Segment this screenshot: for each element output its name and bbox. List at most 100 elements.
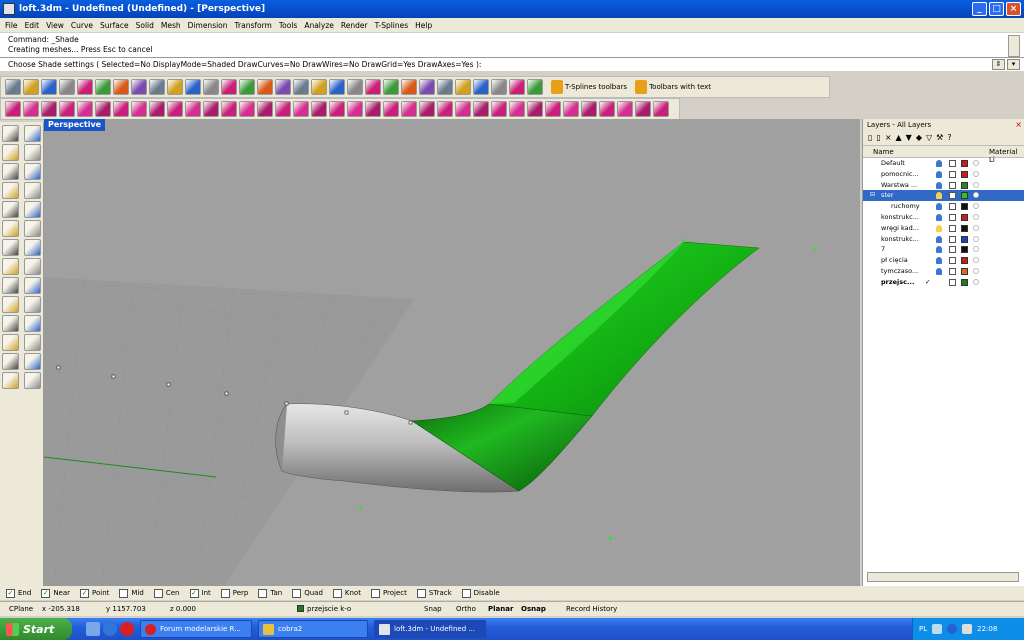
- material-icon[interactable]: [973, 246, 979, 253]
- move-down-icon[interactable]: ▼: [906, 133, 912, 142]
- lock-icon[interactable]: [949, 257, 956, 265]
- sweep-icon[interactable]: [59, 101, 75, 117]
- text-icon[interactable]: [2, 353, 19, 370]
- osnap-tan[interactable]: Tan: [258, 588, 282, 598]
- zoom-extents-icon[interactable]: [239, 79, 255, 95]
- lock-icon[interactable]: [949, 170, 956, 178]
- layer-color-swatch[interactable]: [961, 192, 968, 200]
- internet-explorer-icon[interactable]: [103, 622, 117, 636]
- rectangle-icon[interactable]: [24, 182, 41, 199]
- osnap-checkbox[interactable]: [153, 588, 163, 598]
- options-icon[interactable]: [491, 79, 507, 95]
- cplane-label[interactable]: CPlane: [9, 605, 33, 613]
- delete-layer-icon[interactable]: ×: [885, 133, 892, 142]
- lock-icon[interactable]: [365, 79, 381, 95]
- material-icon[interactable]: [973, 170, 979, 177]
- menu-tools[interactable]: Tools: [279, 21, 297, 30]
- deform-icon[interactable]: [635, 101, 651, 117]
- move-icon[interactable]: [2, 334, 19, 351]
- offset-icon[interactable]: [221, 101, 237, 117]
- new-layer-icon[interactable]: ▯: [868, 133, 872, 142]
- osnap-toggle[interactable]: Osnap: [521, 605, 546, 613]
- material-icon[interactable]: [973, 257, 979, 264]
- layer-icon[interactable]: [383, 79, 399, 95]
- osnap-checkbox[interactable]: [292, 588, 302, 598]
- arc-icon[interactable]: [2, 182, 19, 199]
- command-scroll-icon[interactable]: ⇕: [992, 59, 1005, 70]
- properties-icon[interactable]: [77, 79, 93, 95]
- ellipse-icon[interactable]: [24, 163, 41, 180]
- torus-icon[interactable]: [527, 101, 543, 117]
- taskbar-button[interactable]: Forum modelarskie R...: [140, 620, 252, 638]
- help-icon[interactable]: ?: [947, 133, 951, 142]
- tools-icon[interactable]: ⚒: [936, 133, 943, 142]
- extend-icon[interactable]: [347, 101, 363, 117]
- record-history-toggle[interactable]: Record History: [566, 605, 617, 613]
- move-up-icon[interactable]: ▲: [896, 133, 902, 142]
- lock-icon[interactable]: [949, 235, 956, 243]
- rotate-icon[interactable]: [24, 334, 41, 351]
- boolean-icon[interactable]: [419, 101, 435, 117]
- command-dropdown-icon[interactable]: ▾: [1007, 59, 1020, 70]
- lock-icon[interactable]: [949, 192, 956, 200]
- filter-icon[interactable]: ◆: [916, 133, 922, 142]
- lock-icon[interactable]: [949, 203, 956, 211]
- osnap-knot[interactable]: Knot: [332, 588, 361, 598]
- visibility-bulb-icon[interactable]: [936, 181, 942, 189]
- layer-row[interactable]: tymczaso...: [863, 266, 1024, 277]
- render-tools-icon[interactable]: [24, 372, 41, 389]
- polyline-icon[interactable]: [2, 144, 19, 161]
- material-icon[interactable]: [973, 213, 979, 220]
- new-sublayer-icon[interactable]: ▯: [876, 133, 880, 142]
- layers-scrollbar[interactable]: [867, 572, 1019, 582]
- lock-icon[interactable]: [949, 213, 956, 221]
- point-on-icon[interactable]: [347, 79, 363, 95]
- scale-icon[interactable]: [24, 353, 41, 370]
- revolve-icon[interactable]: [95, 101, 111, 117]
- trim-icon[interactable]: [239, 101, 255, 117]
- command-history-scrollbar[interactable]: [1008, 35, 1020, 57]
- mesh-surface-icon[interactable]: [24, 258, 41, 275]
- maximize-button[interactable]: □: [989, 2, 1004, 16]
- osnap-checkbox[interactable]: ✓: [6, 588, 15, 598]
- select-arrow-icon[interactable]: [2, 125, 19, 142]
- osnap-project[interactable]: Project: [370, 588, 407, 598]
- visibility-bulb-icon[interactable]: [936, 192, 942, 200]
- layer-row[interactable]: przejsc... ✓: [863, 277, 1024, 288]
- unroll-icon[interactable]: [383, 101, 399, 117]
- material-icon[interactable]: [973, 267, 979, 274]
- section-icon[interactable]: [599, 101, 615, 117]
- sun-icon[interactable]: [455, 79, 471, 95]
- bluetooth-icon[interactable]: [947, 624, 958, 634]
- gear-icon[interactable]: [509, 79, 525, 95]
- solid-tools-icon[interactable]: [2, 372, 19, 389]
- osnap-checkbox[interactable]: [119, 588, 129, 598]
- match-icon[interactable]: [329, 101, 345, 117]
- network-icon[interactable]: [932, 624, 943, 634]
- shell-icon[interactable]: [401, 101, 417, 117]
- zoom-window-icon[interactable]: [221, 79, 237, 95]
- revolve-surface-icon[interactable]: [24, 220, 41, 237]
- explode-icon[interactable]: [293, 101, 309, 117]
- four-viewports-icon[interactable]: [275, 79, 291, 95]
- paste-icon[interactable]: [131, 79, 147, 95]
- flatten-icon[interactable]: [545, 101, 561, 117]
- dimension-icon[interactable]: [24, 315, 41, 332]
- pan-icon[interactable]: [167, 79, 183, 95]
- visibility-bulb-icon[interactable]: [936, 246, 942, 254]
- boolean-icon[interactable]: [24, 239, 41, 256]
- fillet-curve-icon[interactable]: [24, 201, 41, 218]
- layer-color-swatch[interactable]: [961, 160, 968, 167]
- shade-sphere-icon[interactable]: [473, 79, 489, 95]
- menu-mesh[interactable]: Mesh: [161, 21, 181, 30]
- chamfer-icon[interactable]: [491, 101, 507, 117]
- rail-icon[interactable]: [167, 101, 183, 117]
- menu-t-splines[interactable]: T-Splines: [375, 21, 409, 30]
- save-icon[interactable]: [41, 79, 57, 95]
- layer-color-swatch[interactable]: [961, 278, 968, 286]
- snap-toggle[interactable]: Snap: [424, 605, 442, 613]
- command-prompt[interactable]: Choose Shade settings ( Selected=No Disp…: [0, 57, 1024, 71]
- layer-row[interactable]: pomocnic...: [863, 169, 1024, 180]
- loft-icon[interactable]: [77, 101, 93, 117]
- surface-icon[interactable]: [2, 220, 19, 237]
